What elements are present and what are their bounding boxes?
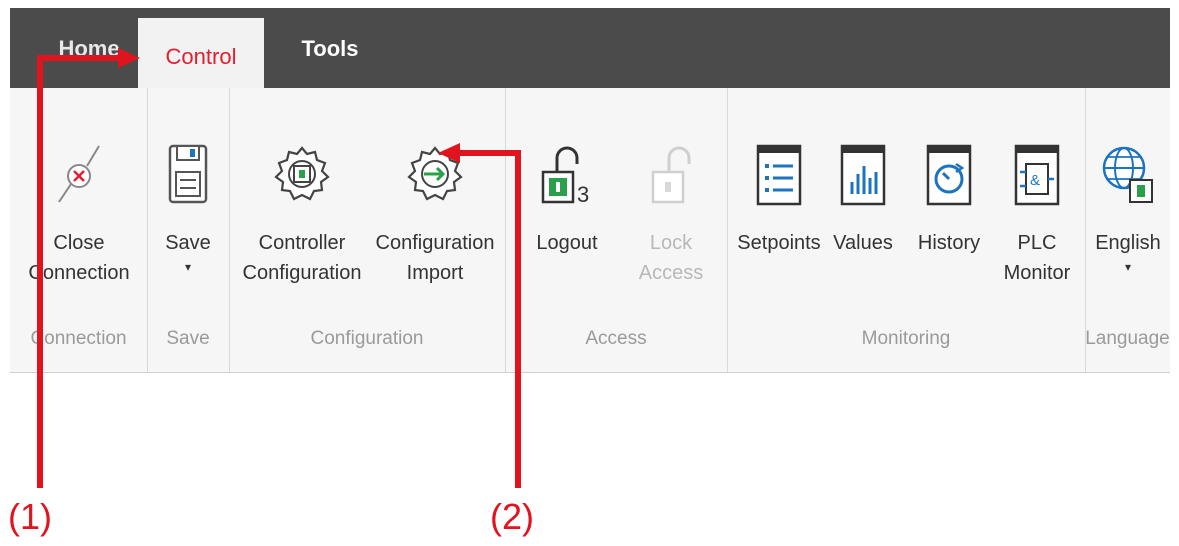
annotation-arrow-2 [458, 150, 521, 488]
annotation-label-2: (2) [490, 496, 534, 537]
stage: Home Control Tools Close Connection Conn [0, 0, 1179, 546]
annotation-overlay [37, 48, 521, 488]
annotation-arrowhead-1 [118, 48, 140, 68]
annotation-arrowhead-2 [438, 143, 460, 163]
annotation-arrow-1 [37, 55, 122, 488]
annotation-label-1: (1) [8, 496, 52, 537]
